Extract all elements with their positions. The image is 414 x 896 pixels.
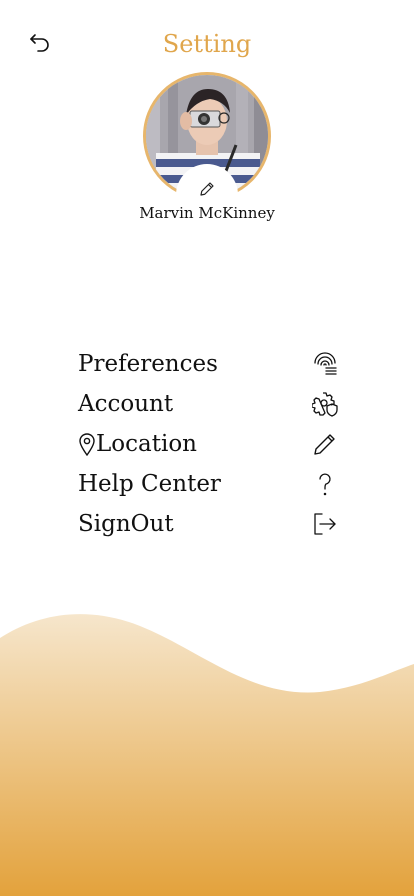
page-title: Setting [162,30,252,58]
settings-menu: Preferences Account Location Help Center… [78,344,340,544]
menu-item-signout[interactable]: SignOut [78,504,340,544]
menu-item-label: Help Center [78,471,221,497]
logout-icon [312,511,338,537]
menu-item-label: Location [96,431,197,457]
question-mark-icon [312,471,338,497]
pencil-icon [200,182,214,196]
menu-item-location[interactable]: Location [78,424,340,464]
menu-item-label: Preferences [78,351,218,377]
pencil-icon [312,431,338,457]
menu-item-label: SignOut [78,511,174,537]
menu-item-location-label: Location [78,431,197,457]
menu-item-preferences[interactable]: Preferences [78,344,340,384]
menu-item-account[interactable]: Account [78,384,340,424]
menu-item-help-center[interactable]: Help Center [78,464,340,504]
gear-shield-icon [312,391,338,417]
fingerprint-icon [312,351,338,377]
profile-name: Marvin McKinney [139,204,275,222]
decorative-wave [0,614,414,896]
menu-item-label: Account [78,391,174,417]
map-pin-icon [79,433,95,456]
